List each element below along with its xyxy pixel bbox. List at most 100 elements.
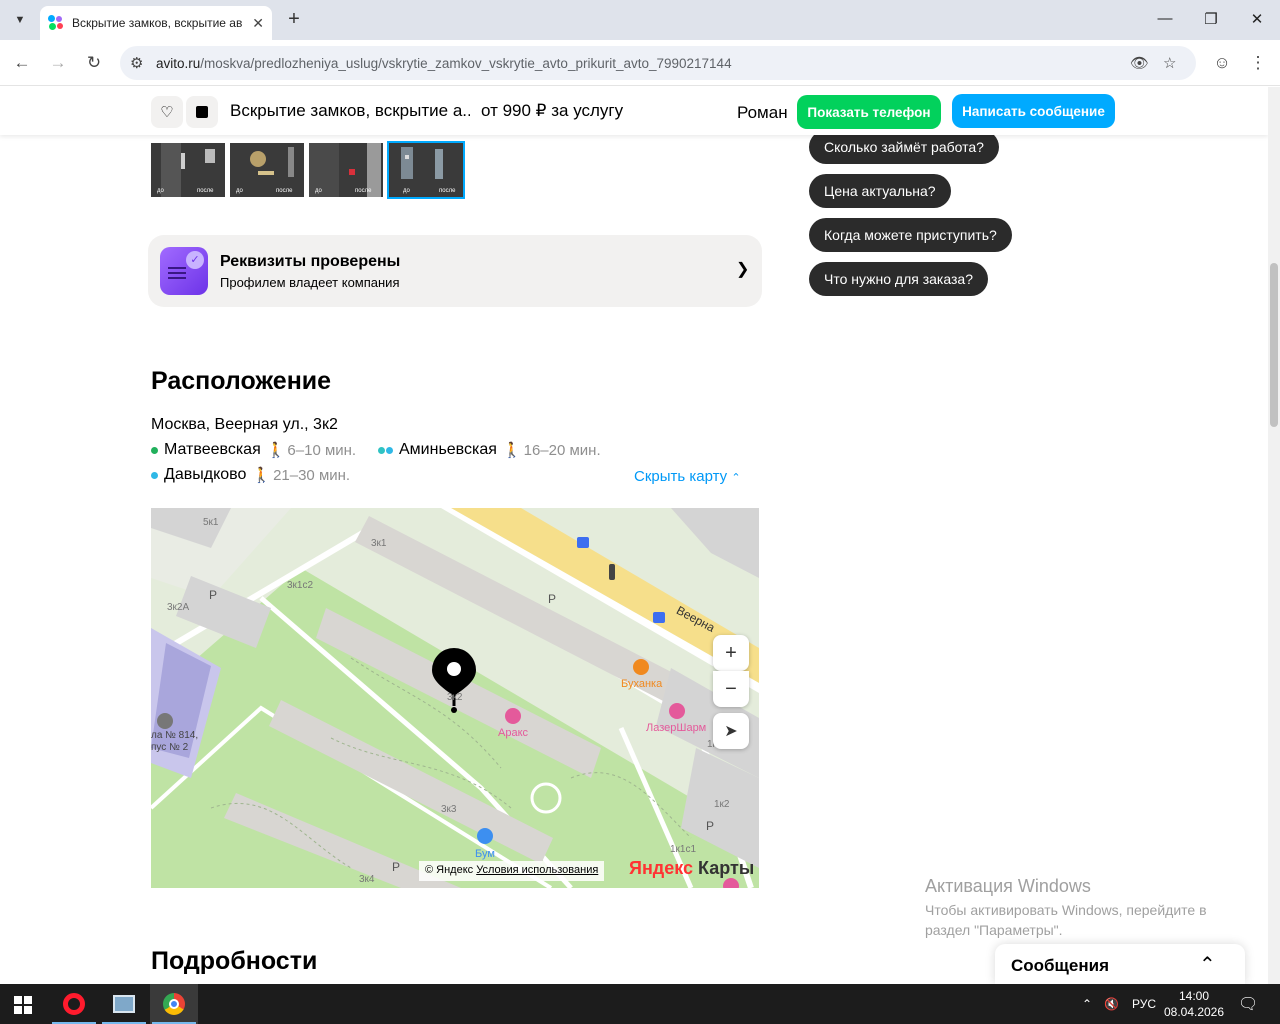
- write-message-button[interactable]: Написать сообщение: [952, 94, 1115, 128]
- tray-overflow-icon[interactable]: ⌃: [1082, 984, 1092, 1024]
- after-label: после: [439, 188, 456, 194]
- house-number: 3к4: [359, 874, 375, 885]
- before-label: до: [315, 188, 322, 194]
- metro-time: 21–30 мин.: [273, 466, 351, 484]
- after-label: после: [355, 188, 372, 194]
- before-label: до: [403, 188, 410, 194]
- question-chip[interactable]: Цена актуальна?: [809, 174, 951, 208]
- gallery-thumbnail[interactable]: до после: [309, 143, 383, 197]
- before-label: до: [157, 188, 164, 194]
- poi-label[interactable]: Бум: [475, 848, 495, 860]
- terms-link[interactable]: Условия использования: [476, 864, 598, 876]
- activation-title: Активация Windows: [925, 876, 1091, 896]
- school-label: ла № 814, пус № 2: [151, 730, 199, 753]
- site-info-icon[interactable]: ⚙: [130, 54, 143, 72]
- address-bar[interactable]: ⚙ avito.ru/moskva/predlozheniya_uslug/vs…: [120, 46, 1196, 80]
- new-tab-button[interactable]: +: [282, 8, 306, 31]
- parking-label: P: [392, 860, 401, 874]
- tab-search-button[interactable]: ▼: [8, 8, 32, 32]
- messages-panel[interactable]: Сообщения ⌃: [995, 944, 1245, 984]
- favorite-button[interactable]: ♡: [151, 96, 183, 128]
- tab-strip: ▼ Вскрытие замков, вскрытие ав ✕ + — ❐ ✕: [0, 0, 1280, 40]
- sticky-title: Вскрытие замков, вскрытие а...: [230, 101, 470, 120]
- page-content: ♡ Вскрытие замков, вскрытие а... от 990 …: [0, 87, 1268, 984]
- sticky-header: ♡ Вскрытие замков, вскрытие а... от 990 …: [0, 87, 1268, 135]
- location-arrow-icon: ➤: [724, 723, 738, 740]
- walk-icon: 🚶: [266, 442, 286, 459]
- metro-line-dot: [151, 471, 158, 479]
- gallery-thumbnail[interactable]: до после: [151, 143, 225, 197]
- geolocation-button[interactable]: ➤: [713, 713, 749, 749]
- taskbar-clock[interactable]: 14:00 08.04.2026: [1160, 988, 1228, 1020]
- browser-toolbar: ← → ↻ ⚙ avito.ru/moskva/predlozheniya_us…: [0, 40, 1280, 86]
- metro-name: Давыдково: [164, 466, 247, 483]
- plus-icon: +: [725, 641, 737, 664]
- heart-icon: ♡: [160, 104, 174, 121]
- control-panel-app-icon[interactable]: [100, 984, 148, 1024]
- close-window-button[interactable]: ✕: [1247, 10, 1267, 28]
- close-tab-icon[interactable]: ✕: [252, 15, 264, 32]
- poi-label[interactable]: Буханка: [621, 678, 662, 690]
- verified-document-icon: ✓: [160, 247, 208, 295]
- seller-name[interactable]: Роман: [737, 103, 788, 123]
- walk-icon: 🚶: [502, 442, 522, 459]
- yandex-maps-logo[interactable]: Яндекс Карты: [629, 858, 754, 879]
- metro-name: Аминьевская: [399, 441, 497, 458]
- messages-title: Сообщения: [1011, 956, 1109, 975]
- reload-button[interactable]: ↻: [82, 51, 106, 75]
- back-button[interactable]: ←: [10, 51, 34, 75]
- house-number: 1к2: [714, 799, 730, 810]
- copyright-text: © Яндекс: [425, 864, 474, 876]
- logo-maps: Карты: [698, 858, 755, 878]
- after-label: после: [276, 188, 293, 194]
- windows-start-icon[interactable]: [14, 996, 32, 1014]
- browser-tab[interactable]: Вскрытие замков, вскрытие ав ✕: [40, 6, 272, 40]
- location-map[interactable]: 5к1 3к1 3к1с2 3к2А 3к2 3к3 3к4 1к2 1к1с1…: [151, 508, 759, 888]
- forward-button[interactable]: →: [46, 51, 70, 75]
- address-text: Москва, Веерная ул., 3к2: [151, 416, 338, 433]
- house-number: 5к1: [203, 517, 219, 528]
- notifications-icon[interactable]: 🗨: [1238, 984, 1258, 1024]
- verify-subtitle: Профилем владеет компания: [220, 275, 400, 290]
- eye-off-icon[interactable]: 👁: [1130, 54, 1149, 72]
- bookmark-star-icon[interactable]: ☆: [1163, 54, 1176, 72]
- chevron-up-icon[interactable]: ⌃: [1199, 952, 1216, 977]
- url-host: avito.ru: [156, 55, 201, 71]
- poi-label[interactable]: Аракс: [498, 727, 528, 739]
- minus-icon: −: [725, 677, 737, 700]
- house-number: 3к2: [447, 692, 463, 703]
- scrollbar-thumb[interactable]: [1270, 263, 1278, 427]
- restore-button[interactable]: ❐: [1201, 10, 1221, 28]
- metro-station: Давыдково 🚶 21–30 мин.: [151, 466, 350, 484]
- hide-map-link[interactable]: Скрыть карту ⌃: [634, 468, 741, 485]
- question-chip[interactable]: Что нужно для заказа?: [809, 262, 988, 296]
- verify-title: Реквизиты проверены: [220, 253, 401, 270]
- avito-favicon-icon: [48, 15, 64, 31]
- chevron-right-icon: ❯: [736, 261, 750, 278]
- question-chip[interactable]: Когда можете приступить?: [809, 218, 1012, 252]
- details-heading: Подробности: [151, 947, 318, 975]
- opera-app-icon[interactable]: [50, 984, 98, 1024]
- before-label: до: [236, 188, 243, 194]
- show-phone-button[interactable]: Показать телефон: [797, 95, 941, 129]
- metro-time: 6–10 мин.: [287, 441, 357, 459]
- menu-dots-icon[interactable]: ⋮: [1246, 51, 1270, 75]
- question-chip[interactable]: Сколько займёт работа?: [809, 130, 999, 164]
- chrome-app-icon[interactable]: [150, 984, 198, 1024]
- poi-label[interactable]: ЛазерШарм: [646, 722, 706, 734]
- verified-requisites-card[interactable]: ✓ Реквизиты проверены Профилем владеет к…: [148, 235, 762, 307]
- profile-icon[interactable]: ☺: [1210, 51, 1234, 75]
- url-path: /moskva/predlozheniya_uslug/vskrytie_zam…: [200, 55, 732, 71]
- volume-muted-icon[interactable]: 🔇: [1104, 984, 1119, 1024]
- gallery-thumbnail[interactable]: до после: [230, 143, 304, 197]
- chevron-up-icon: ⌃: [731, 472, 741, 484]
- house-number: 3к1: [371, 538, 387, 549]
- zoom-in-button[interactable]: +: [713, 635, 749, 671]
- zoom-out-button[interactable]: −: [713, 671, 749, 707]
- note-button[interactable]: [186, 96, 218, 128]
- gallery-thumbnail-selected[interactable]: до после: [387, 141, 465, 199]
- metro-line-dot: [378, 446, 385, 454]
- minimize-button[interactable]: —: [1155, 10, 1175, 27]
- language-indicator[interactable]: РУС: [1132, 984, 1156, 1024]
- page-scrollbar[interactable]: [1268, 87, 1280, 984]
